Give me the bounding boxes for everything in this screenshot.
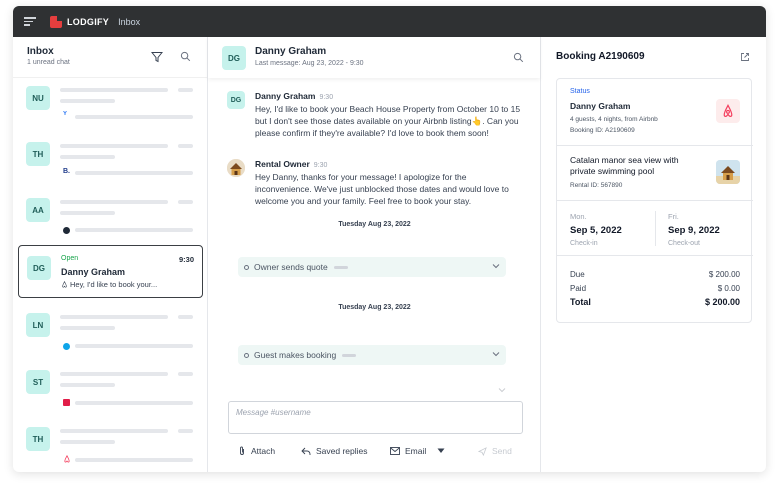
chat-panel: DG Danny Graham Last message: Aug 23, 20… bbox=[208, 37, 541, 472]
booking-title: Booking A2190609 bbox=[556, 51, 645, 62]
message-author: Danny Graham 9:30 bbox=[255, 91, 334, 101]
chat-header: DG Danny Graham Last message: Aug 23, 20… bbox=[208, 37, 540, 78]
chevron-down-icon bbox=[498, 388, 506, 393]
message-text: Hey Danny, thanks for your message! I ap… bbox=[255, 172, 509, 206]
attach-button[interactable]: Attach bbox=[238, 446, 275, 456]
external-link-icon[interactable] bbox=[740, 52, 750, 62]
app-window: LODGIFY Inbox Inbox 1 unread chat NU ʏ T… bbox=[13, 6, 766, 472]
breadcrumb: Inbox bbox=[118, 16, 141, 27]
paid-row: Paid $ 0.00 bbox=[570, 284, 740, 293]
rental-id: Rental ID: 567890 bbox=[570, 182, 623, 189]
guest-details: 4 guests, 4 nights, from Airbnb bbox=[570, 116, 658, 123]
message-time: 9:30 bbox=[319, 94, 334, 101]
property-thumbnail bbox=[716, 160, 740, 184]
top-bar: LODGIFY Inbox bbox=[13, 6, 766, 37]
source-icon: ʏ bbox=[63, 110, 67, 117]
filter-icon[interactable] bbox=[151, 51, 163, 63]
avatar: NU bbox=[26, 86, 50, 110]
mail-icon bbox=[390, 447, 400, 455]
send-icon bbox=[478, 446, 487, 456]
booking-header: Booking A2190609 bbox=[541, 37, 766, 78]
due-row: Due $ 200.00 bbox=[570, 270, 740, 279]
payment-section: Due $ 200.00 Paid $ 0.00 Total $ 200.00 bbox=[557, 256, 753, 322]
avatar: DG bbox=[27, 256, 51, 280]
conversation-time: 9:30 bbox=[178, 255, 194, 264]
avatar: TH bbox=[26, 427, 50, 451]
booking-com-icon: B. bbox=[63, 168, 70, 175]
house-avatar-icon bbox=[227, 159, 245, 177]
last-message-time: Last message: Aug 23, 2022 - 9:30 bbox=[255, 60, 364, 67]
booking-card: Status Danny Graham 4 guests, 4 nights, … bbox=[556, 78, 753, 323]
date-separator: Tuesday Aug 23, 2022 bbox=[338, 304, 411, 311]
property-section: Catalan manor sea view with private swim… bbox=[557, 146, 753, 201]
status-label: Status bbox=[570, 88, 590, 95]
airbnb-icon bbox=[64, 455, 70, 463]
event-guest-makes-booking[interactable]: Guest makes booking bbox=[238, 345, 506, 365]
conversation-item[interactable]: ST bbox=[13, 364, 208, 420]
saved-replies-button[interactable]: Saved replies bbox=[301, 446, 368, 456]
checkin-date: Sep 5, 2022 bbox=[570, 225, 622, 236]
inbox-panel: Inbox 1 unread chat NU ʏ TH B. AA DG Ope… bbox=[13, 37, 208, 472]
conversation-name: Danny Graham bbox=[61, 267, 126, 277]
avatar: AA bbox=[26, 198, 50, 222]
total-row: Total $ 200.00 bbox=[570, 297, 740, 307]
stay-dates-section: Mon. Sep 5, 2022 Check-in Fri. Sep 9, 20… bbox=[557, 201, 753, 256]
conversation-item[interactable]: TH bbox=[13, 421, 208, 472]
conversation-preview: Hey, I'd like to book your... bbox=[61, 280, 157, 289]
avatar: DG bbox=[227, 91, 245, 109]
airbnb-icon bbox=[716, 99, 740, 123]
unread-count: 1 unread chat bbox=[27, 59, 70, 66]
property-name: Catalan manor sea view with private swim… bbox=[570, 155, 679, 176]
event-label: Owner sends quote bbox=[254, 262, 328, 272]
booking-guest-section: Status Danny Graham 4 guests, 4 nights, … bbox=[557, 79, 753, 146]
message-text: Hey, I'd like to book your Beach House P… bbox=[255, 104, 521, 138]
event-icon bbox=[244, 352, 249, 358]
conversation-item[interactable]: LN bbox=[13, 307, 208, 363]
booking-panel: Booking A2190609 Status Danny Graham 4 g… bbox=[541, 37, 766, 472]
message-input[interactable]: Message #username bbox=[228, 401, 523, 434]
avatar: TH bbox=[26, 142, 50, 166]
reply-icon bbox=[301, 447, 311, 455]
checkout-label: Check-out bbox=[668, 240, 700, 247]
lodgify-logo-icon bbox=[50, 15, 62, 28]
booking-id: Booking ID: A2190609 bbox=[570, 127, 635, 134]
email-channel-select[interactable]: Email bbox=[390, 446, 445, 456]
checkin-day: Mon. bbox=[570, 212, 587, 221]
contact-name: Danny Graham bbox=[255, 46, 327, 57]
contact-avatar: DG bbox=[222, 46, 246, 70]
brand-name: LODGIFY bbox=[67, 16, 110, 27]
event-icon bbox=[244, 264, 249, 270]
conversation-item[interactable]: NU ʏ bbox=[13, 79, 208, 135]
conversation-item[interactable]: TH B. bbox=[13, 135, 208, 191]
chevron-down-icon[interactable] bbox=[492, 262, 500, 270]
menu-icon[interactable] bbox=[24, 17, 36, 26]
airbnb-icon bbox=[62, 280, 67, 288]
avatar: LN bbox=[26, 313, 50, 337]
paperclip-icon bbox=[240, 446, 244, 455]
search-icon[interactable] bbox=[513, 52, 524, 63]
conversation-status: Open bbox=[61, 255, 79, 262]
send-button[interactable]: Send bbox=[478, 446, 512, 456]
channel-icon bbox=[63, 343, 70, 350]
checkin-label: Check-in bbox=[570, 240, 598, 247]
lodgify-icon bbox=[63, 399, 70, 406]
guest-name: Danny Graham bbox=[570, 101, 631, 111]
checkout-date: Sep 9, 2022 bbox=[668, 225, 720, 236]
message-author: Rental Owner 9:30 bbox=[255, 159, 328, 169]
search-icon[interactable] bbox=[180, 51, 191, 62]
event-owner-sends-quote[interactable]: Owner sends quote bbox=[238, 257, 506, 277]
conversation-item[interactable]: AA bbox=[13, 191, 208, 247]
composer-toolbar: Attach Saved replies Email Send bbox=[238, 446, 523, 458]
avatar: ST bbox=[26, 370, 50, 394]
channel-icon bbox=[63, 227, 70, 234]
event-label: Guest makes booking bbox=[254, 350, 337, 360]
message-time: 9:30 bbox=[313, 162, 328, 169]
caret-down-icon bbox=[437, 448, 445, 453]
chevron-down-icon[interactable] bbox=[492, 350, 500, 358]
checkout-day: Fri. bbox=[668, 212, 679, 221]
date-separator: Tuesday Aug 23, 2022 bbox=[338, 221, 411, 228]
inbox-header: Inbox 1 unread chat bbox=[13, 37, 207, 78]
inbox-title: Inbox bbox=[27, 46, 54, 57]
conversation-item-active[interactable]: DG Open Danny Graham 9:30 Hey, I'd like … bbox=[18, 245, 203, 298]
